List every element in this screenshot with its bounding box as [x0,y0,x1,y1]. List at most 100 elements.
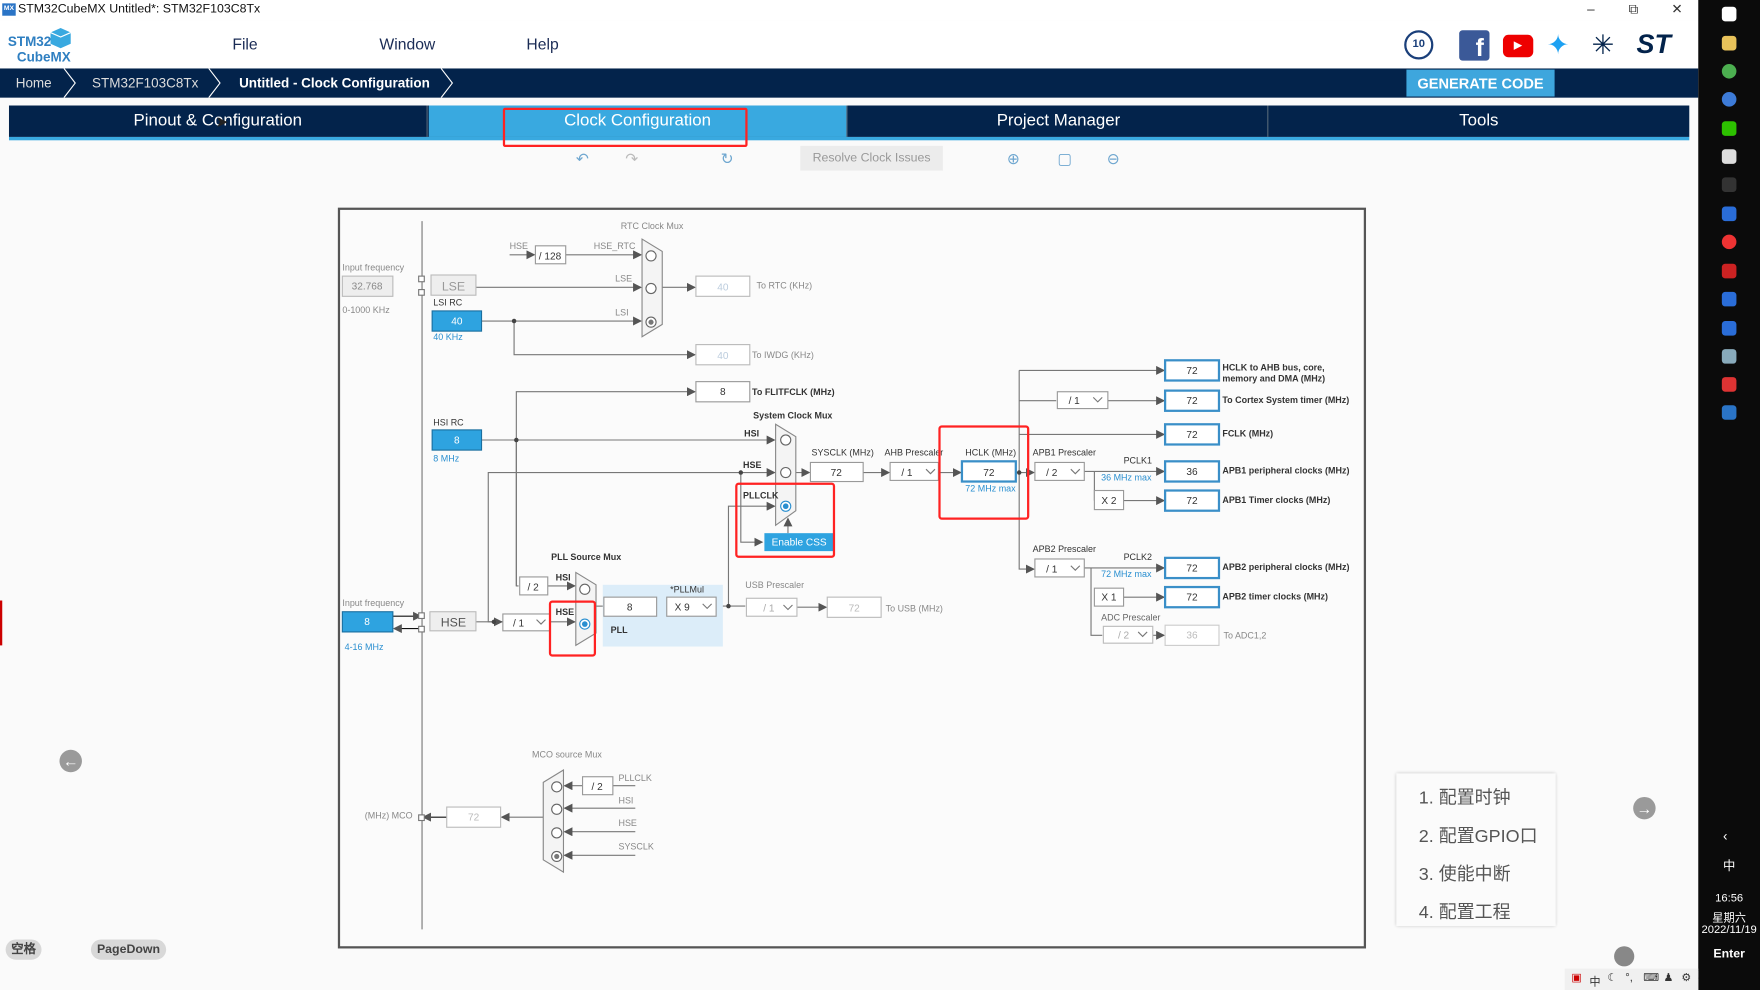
pclk2-label: PCLK2 [1124,552,1152,562]
pll-radio-hsi[interactable] [579,583,591,595]
mco-div2-text: / 2 [592,782,604,793]
rtc-mux-label: RTC Clock Mux [621,221,684,231]
pclk2-max: 72 MHz max [1101,569,1152,579]
hclk-value: 72 [983,468,995,479]
adc-prescaler-label: ADC Prescaler [1101,613,1160,623]
keyboard-icon[interactable]: ⌨ [1643,972,1659,984]
ime-tray: ▣ 中 ☾ °, ⌨ ♟ ⚙ [1564,968,1699,990]
previous-slide-icon[interactable]: ← [59,749,82,773]
sys-mux-hsi-label: HSI [744,429,759,439]
fclk-output-value: 72 [1186,430,1198,441]
screenshot-icon[interactable] [1721,149,1737,164]
moon-icon[interactable]: ☾ [1607,972,1617,984]
hse-input-label: Input frequency [342,598,404,608]
note-item: 3. 使能中断 [1418,865,1511,885]
wechat-icon[interactable] [1721,121,1737,136]
next-slide-icon[interactable]: → [1633,796,1656,820]
app-icon[interactable] [1721,206,1737,222]
lse-text: LSE [442,280,465,294]
key-pagedown: PageDown [90,939,167,960]
clock-date: 2022/11/19 [1701,923,1757,937]
ahb-prescaler-select[interactable] [889,461,939,481]
wps-icon[interactable] [1721,263,1737,279]
fclk-output-label: FCLK (MHz) [1222,429,1273,439]
pointer-indicator-icon [1614,946,1635,967]
rtc-mux-lse-label: LSE [615,274,632,284]
key-enter: Enter [1713,947,1745,961]
lse-range: 0-1000 KHz [342,305,390,315]
pll-mux-hsi-label: HSI [556,572,571,582]
sogou-icon[interactable]: ▣ [1571,972,1582,984]
cortex-prescaler-value: / 1 [1069,396,1081,407]
hclk-max: 72 MHz max [965,484,1016,494]
mco-radio-pllclk[interactable] [551,781,563,793]
apb2-peripheral-output-value: 72 [1186,563,1198,574]
sysclk-radio-hse[interactable] [780,466,792,479]
apb1-timer-multiplier-value: X 2 [1101,496,1117,507]
record-icon[interactable] [1721,234,1737,250]
ime-indicator[interactable]: 中 [1723,856,1735,874]
enable-css-label[interactable]: Enable CSS [772,538,827,549]
app-icon[interactable] [1721,349,1737,364]
punctuation-icon[interactable]: °, [1625,972,1633,984]
hse-prediv-value: / 1 [513,618,525,629]
div128-text: / 128 [539,251,562,262]
sysclk-radio-hsi[interactable] [780,434,792,446]
cortex-timer-prescaler-select[interactable] [1056,391,1109,410]
rtc-mux-lsi-label: LSI [615,307,628,317]
usb-output-value: 72 [849,604,861,615]
flitfclk-output-label: To FLITFCLK (MHz) [752,387,835,397]
apb2-timer-multiplier-value: X 1 [1101,593,1117,604]
apb2-prescaler-value: / 1 [1046,564,1058,575]
hse-rtc-label: HSE_RTC [594,241,636,251]
lse-input-label: Input frequency [342,263,404,273]
app-icon[interactable] [1721,177,1737,192]
hclk-ahb-output-label: HCLK to AHB bus, core, [1222,362,1324,372]
adc-prescaler-value: / 2 [1118,631,1130,642]
hclk-ahb-output-value: 72 [1186,366,1198,377]
rtc-radio-lse[interactable] [645,282,657,295]
sysclk-value: 72 [831,468,843,479]
lsi-value: 40 [451,316,463,327]
cortex-timer-output-label: To Cortex System timer (MHz) [1222,395,1349,405]
sys-mux-pllclk-label: PLLCLK [743,490,779,500]
pll-label: PLL [611,625,628,635]
hclk-label: HCLK (MHz) [965,448,1016,458]
app-icon[interactable] [1721,377,1737,392]
mco-radio-hse[interactable] [551,827,563,839]
tray-expand-icon[interactable]: ‹ [1723,828,1727,844]
pll-source-mux [575,571,597,647]
file-explorer-icon[interactable] [1721,35,1737,51]
pll-div2-text: / 2 [528,582,540,593]
hsi-value: 8 [454,435,460,446]
ahb-prescaler-value: / 1 [901,468,913,479]
apb2-timer-output-label: APB2 timer clocks (MHz) [1222,591,1328,601]
stm32cubemx-taskbar-icon[interactable] [1721,405,1737,420]
mco-radio-hsi[interactable] [551,803,563,815]
chrome-icon[interactable] [1721,63,1737,79]
hsi-frequency: 8 MHz [433,453,459,463]
rtc-radio-hse[interactable] [645,250,657,262]
sys-mux-hse-label: HSE [743,460,761,470]
todo-icon[interactable] [1721,92,1737,107]
tray-ime[interactable]: 中 [1589,972,1600,989]
key-space: 空格 [5,939,42,960]
windows-start-icon[interactable] [1721,6,1737,22]
mco-hse-label: HSE [618,818,636,828]
note-item: 2. 配置GPIO口 [1418,827,1538,847]
app-icon[interactable] [1721,321,1737,336]
lsi-rc-label: LSI RC [433,297,462,307]
user-icon[interactable]: ♟ [1663,972,1673,984]
sysclk-label: SYSCLK (MHz) [812,448,874,458]
hse-input-value: 8 [364,617,370,628]
taskbar: ‹ 中 16:56 星期六 2022/11/19 Enter [1698,0,1760,990]
ahb-prescaler-label: AHB Prescaler [884,448,943,458]
mco-output-value: 72 [468,813,480,824]
mco-hsi-label: HSI [618,796,633,806]
usb-prescaler-label: USB Prescaler [745,580,804,590]
hse-rtc-input-label: HSE [510,241,528,251]
lse-input-value: 32.768 [352,282,383,293]
app-icon[interactable] [1721,291,1737,307]
clock-weekday: 星期六 [1712,912,1746,925]
settings-icon[interactable]: ⚙ [1681,972,1691,984]
